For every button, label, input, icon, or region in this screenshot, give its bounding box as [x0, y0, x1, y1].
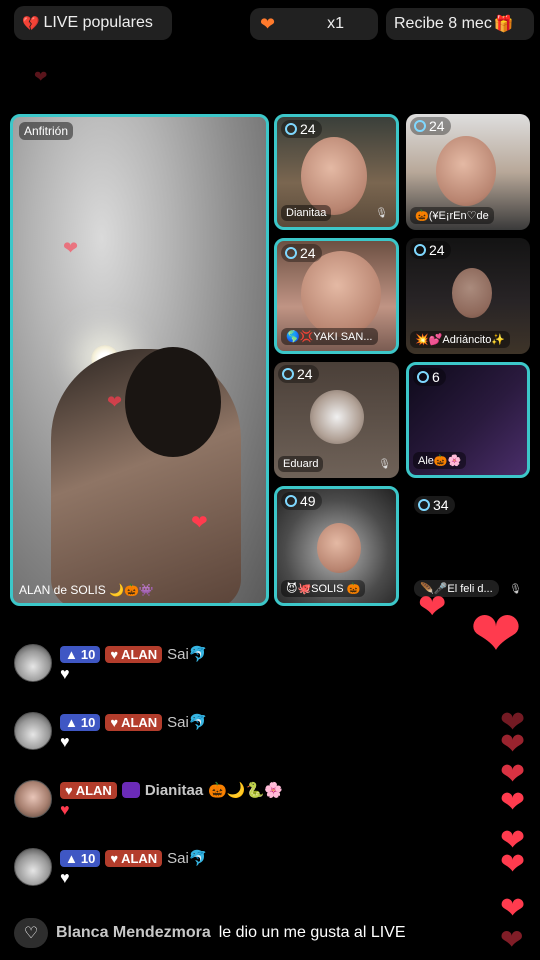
heart-icon: ❤ [63, 238, 79, 258]
viewer-count: 24 [281, 120, 322, 138]
heart-icon: ❤ [500, 786, 526, 819]
comment-text: 🎃🌙🐍🌸 [208, 782, 283, 799]
purple-badge [121, 782, 140, 798]
viewer-icon [418, 499, 430, 511]
heart-icon: ❤ [500, 892, 526, 925]
viewer-icon [414, 120, 426, 132]
gift-counter-button[interactable]: ❤ x1 [250, 8, 378, 40]
gift-icon: ❤ [260, 13, 276, 34]
heart-icon: ❤ [418, 588, 447, 626]
viewer-count: 6 [413, 368, 446, 386]
host-name-label: ALAN de SOLIS 🌙🎃👾 [19, 583, 154, 597]
broken-heart-icon: 💔 [22, 14, 40, 31]
live-populares-button[interactable]: 💔 LIVE populares [14, 6, 172, 40]
viewer-icon [285, 247, 297, 259]
viewer-icon [282, 368, 294, 380]
live-populares-label: LIVE populares [43, 14, 153, 31]
heart-icon: ❤ [107, 392, 123, 412]
gift-count: x1 [327, 15, 344, 32]
guest-tile[interactable]: 24 🌎💢YAKI SAN... [274, 238, 399, 354]
comment-text: Sai🐬 [167, 850, 208, 867]
host-video-tile[interactable]: Anfitrión ALAN de SOLIS 🌙🎃👾 ❤ ❤ ❤ [10, 114, 269, 606]
comment-username: Dianitaa [144, 781, 204, 799]
guest-name: 😈🐙SOLIS 🎃 [281, 580, 366, 597]
heart-icon: ❤ [500, 924, 524, 955]
viewer-icon [417, 371, 429, 383]
heart-icon: ♥ [60, 802, 70, 819]
viewer-icon [285, 123, 297, 135]
like-action: le dio un me gusta al LIVE [218, 924, 406, 941]
heart-icon: ❤ [470, 600, 522, 669]
avatar [14, 644, 52, 682]
viewer-count: 24 [278, 365, 319, 383]
heart-icon: ♥ [60, 870, 70, 887]
host-hair [125, 347, 221, 457]
guest-name: 💥💕Adriáncito✨ [410, 331, 510, 348]
level-badge: ▲ 10 [60, 849, 101, 867]
level-badge: ▲ 10 [60, 713, 101, 731]
recibe-banner[interactable]: Recibe 8 mec 🎁 [386, 8, 534, 40]
fan-badge: ♥ ALAN [105, 713, 163, 731]
fan-badge: ♥ ALAN [60, 781, 117, 799]
avatar [14, 780, 52, 818]
viewer-count: 24 [410, 241, 451, 259]
host-role-label: Anfitrión [19, 122, 74, 140]
heart-icon: ❤ [500, 728, 526, 761]
guest-tile[interactable]: 6 Ale🎃🌸 [406, 362, 530, 478]
guest-tile[interactable]: 24 Eduard 🎙 [274, 362, 399, 478]
level-badge: ▲ 10 [60, 645, 101, 663]
guest-avatar [310, 390, 364, 444]
guest-name: Dianitaa [281, 205, 332, 221]
mic-muted-icon: 🎙 [378, 459, 391, 470]
mic-muted-icon: 🎙 [509, 584, 522, 595]
heart-icon: ❤ [191, 512, 208, 534]
guest-tile[interactable]: 24 💥💕Adriáncito✨ [406, 238, 530, 354]
avatar [14, 848, 52, 886]
guest-tile[interactable]: 24 🎃(¥E¡rEn♡de [406, 114, 530, 230]
viewer-count: 49 [281, 492, 322, 510]
heart-icon: ♥ [60, 666, 70, 683]
viewer-count: 24 [410, 117, 451, 135]
guest-tile-audio[interactable]: 34 🪶🎤El feli d... 🎙 [406, 488, 530, 604]
fan-badge: ♥ ALAN [105, 849, 163, 867]
like-notice: ♡ Blanca Mendezmora le dio un me gusta a… [14, 918, 406, 948]
avatar [14, 712, 52, 750]
viewer-icon [414, 244, 426, 256]
fan-badge: ♥ ALAN [105, 645, 163, 663]
heart-icon: ♥ [60, 734, 70, 751]
viewer-count: 34 [414, 496, 455, 514]
guest-tile[interactable]: 49 😈🐙SOLIS 🎃 [274, 486, 399, 606]
heart-icon: ❤ [34, 69, 48, 86]
guest-tile[interactable]: 24 Dianitaa 🎙 [274, 114, 399, 230]
guest-name: Eduard [278, 456, 324, 472]
comment-text: Sai🐬 [167, 646, 208, 663]
heart-icon: ❤ [500, 848, 526, 881]
heart-outline-icon[interactable]: ♡ [14, 918, 48, 948]
gift-box-icon: 🎁 [493, 16, 514, 33]
viewer-count: 24 [281, 244, 322, 262]
like-username: Blanca Mendezmora [56, 924, 211, 941]
recibe-label: Recibe 8 mec [394, 15, 492, 32]
viewer-icon [285, 495, 297, 507]
guest-name: Ale🎃🌸 [413, 452, 467, 469]
guest-name: 🎃(¥E¡rEn♡de [410, 207, 494, 224]
comment-text: Sai🐬 [167, 714, 208, 731]
guest-name: 🌎💢YAKI SAN... [281, 328, 378, 345]
mic-muted-icon: 🎙 [375, 208, 388, 219]
